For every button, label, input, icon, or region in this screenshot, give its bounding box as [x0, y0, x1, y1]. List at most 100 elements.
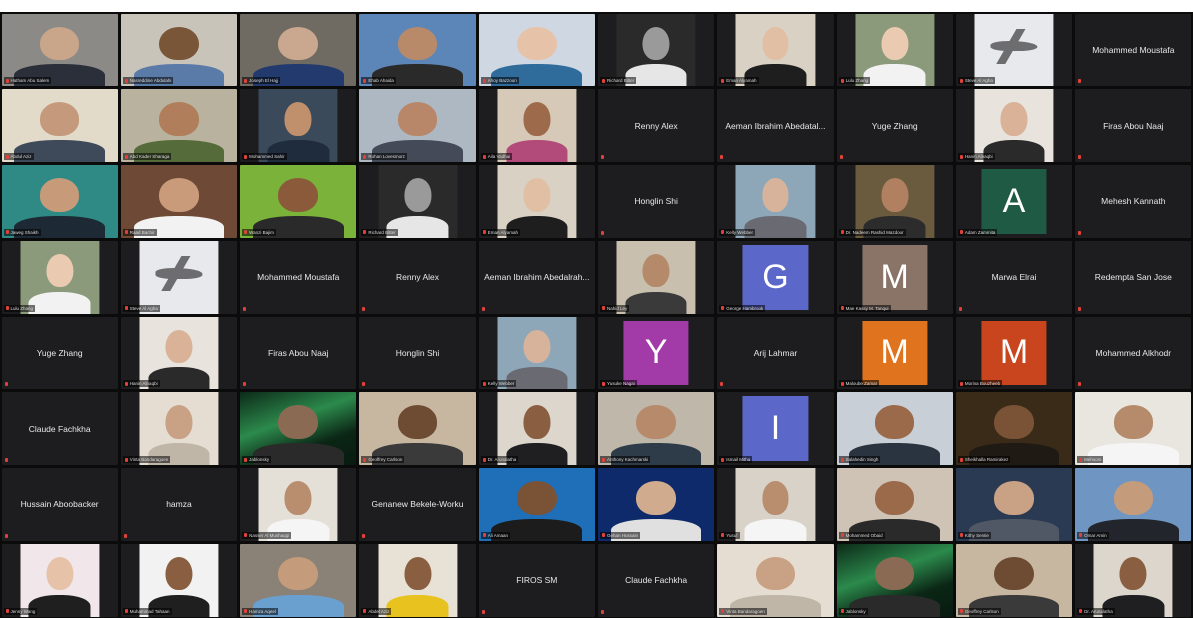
participant-tile[interactable]: Mohammed Alkhodr	[1075, 316, 1192, 390]
participant-tile[interactable]: Arij Lahmar	[717, 316, 834, 390]
participant-tile[interactable]: Hanin Alnaqbi	[955, 89, 1073, 162]
participant-tile[interactable]: Yusuf	[717, 468, 834, 541]
participant-name: Salahedin Singh	[845, 457, 879, 462]
participant-tile[interactable]: Eman Alyamah	[478, 165, 595, 238]
muted-mic-icon	[124, 230, 128, 235]
participant-name-tag: Vinta Bandaragoen	[122, 456, 171, 463]
participant-tile[interactable]: Redempta San Jose	[1075, 240, 1192, 314]
video-feed	[478, 468, 595, 541]
participant-name: Hanin Alnaqbi	[129, 381, 158, 387]
participant-tile[interactable]: Vinta Bandaragoen	[120, 392, 238, 465]
participant-tile[interactable]: Wanzi Bajim	[240, 165, 357, 238]
participant-name: Hanin Alnaqbi	[964, 154, 993, 159]
participant-tile[interactable]: FIROS SM	[478, 543, 595, 617]
participant-tile[interactable]: Salahedin Singh	[836, 392, 953, 465]
participant-tile[interactable]: Honglin Shi	[359, 316, 476, 390]
participant-tile[interactable]: Genanew Bekele-Worku	[359, 468, 476, 541]
participant-tile[interactable]: Hanin Alnaqbi	[120, 316, 238, 390]
participant-tile[interactable]: Honglin Shi	[597, 165, 715, 238]
muted-mic-icon	[1078, 230, 1082, 235]
participant-tile[interactable]: Joseph El Hajj	[240, 13, 357, 87]
participant-name: Richard Bitter	[368, 229, 396, 235]
participant-tile[interactable]: Abdel Aziz	[359, 543, 476, 617]
participant-tile[interactable]: Abd Kader Sharaga	[120, 89, 238, 162]
participant-tile[interactable]: Mehsom	[1075, 392, 1192, 465]
participant-tile[interactable]: Mohammed Moustafa	[1075, 13, 1192, 87]
participant-tile[interactable]: Dr. Arunalatha	[478, 392, 595, 465]
participant-name: Steve Al Agha	[964, 78, 993, 84]
participant-tile[interactable]: Rohan Lovesmorz	[359, 89, 476, 162]
participant-tile[interactable]: Nasser Al Mushaqqi	[240, 468, 357, 541]
participant-tile[interactable]: Yuge Zhang	[836, 89, 953, 162]
participant-tile[interactable]: Vinta Bandaragoen	[717, 543, 834, 617]
participant-tile[interactable]: I Ismail Mitha	[717, 392, 834, 465]
participant-tile[interactable]: Yuge Zhang	[1, 316, 118, 390]
participant-tile[interactable]: Jablonsky	[240, 392, 357, 465]
participant-tile[interactable]: Ehab Ahaida	[359, 13, 476, 87]
participant-tile[interactable]: Kelly Webber	[478, 316, 595, 390]
participant-tile[interactable]: Jenny Wang	[1, 543, 118, 617]
muted-mic-icon	[4, 382, 8, 387]
participant-tile[interactable]: Nahid Ley	[597, 240, 715, 314]
participant-tile[interactable]: Dr. Nadeem Rashid Mazdoor	[836, 165, 953, 238]
video-feed	[855, 13, 935, 87]
participant-tile[interactable]: Firas Abou Naaj	[240, 316, 357, 390]
participant-tile[interactable]: Jablonsky	[836, 543, 953, 617]
participant-tile[interactable]: Abdul Aziz	[1, 89, 118, 162]
participant-tile[interactable]: Steve Al Agha	[120, 240, 238, 314]
video-feed	[974, 13, 1054, 87]
participant-tile[interactable]: Geoffrey Carlson	[359, 392, 476, 465]
participant-tile[interactable]: Nasreddine Abdulahi	[120, 13, 238, 87]
participant-tile[interactable]: A Adam Zammita	[955, 165, 1073, 238]
participant-tile[interactable]: Gehan Hussain	[597, 468, 715, 541]
participant-tile[interactable]: Anthony Kachmarski	[597, 392, 715, 465]
participant-tile[interactable]: Hamza Aqeel	[240, 543, 357, 617]
participant-tile[interactable]: Mohammed Sahir	[240, 89, 357, 162]
participant-name-tag: Richard Bitter	[361, 228, 398, 236]
participant-name-tag: Jablonsky	[242, 456, 272, 463]
participant-tile[interactable]: Mohammed Moustafa	[240, 240, 357, 314]
muted-mic-icon	[721, 533, 725, 538]
participant-tile[interactable]: Lulu Zhang	[836, 13, 953, 87]
participant-tile[interactable]: Hussain Aboobacker	[1, 468, 118, 541]
participant-tile[interactable]: Mehesh Kannath	[1075, 165, 1192, 238]
participant-tile[interactable]: Claude Fachkha	[1, 392, 118, 465]
participant-tile[interactable]: Richard Bitter	[597, 13, 715, 87]
participant-tile[interactable]: Omar Amin	[1075, 468, 1192, 541]
participant-tile[interactable]: Renny Alex	[597, 89, 715, 162]
participant-tile[interactable]: Aila Vadhai	[478, 89, 595, 162]
participant-tile[interactable]: Lulu Zhang	[1, 240, 118, 314]
participant-tile[interactable]: Dr. Arunalatha	[1075, 543, 1192, 617]
participant-tile[interactable]: Kithy Sentie	[955, 468, 1073, 541]
video-feed	[20, 240, 100, 314]
participant-tile[interactable]: Renny Alex	[359, 240, 476, 314]
participant-tile[interactable]: Mohammed Obaid	[836, 468, 953, 541]
participant-tile[interactable]: Firas Abou Naaj	[1075, 89, 1192, 162]
participant-tile[interactable]: Sheikhalla Ramirakez	[955, 392, 1073, 465]
participant-name: Mohammed Alkhodr	[1095, 347, 1172, 358]
participant-name-tag: Kelly Webber	[719, 228, 755, 236]
participant-tile[interactable]: Y Yusuke Nagai	[597, 316, 715, 390]
participant-tile[interactable]: G George Hambrook	[717, 240, 834, 314]
participant-name-tag: Nasreddine Abdulahi	[122, 77, 174, 85]
participant-tile[interactable]: Steve Al Agha	[955, 13, 1073, 87]
participant-tile[interactable]: Richard Bitter	[359, 165, 476, 238]
participant-tile[interactable]: Geoffrey Carlson	[955, 543, 1073, 617]
participant-tile[interactable]: Aeman Ibrahim Abedalrah...	[478, 240, 595, 314]
participant-tile[interactable]: Claude Fachkha	[597, 543, 715, 617]
participant-tile[interactable]: Marwa Elrai	[955, 240, 1073, 314]
participant-tile[interactable]: Ali Amaan	[478, 468, 595, 541]
participant-tile[interactable]: Muhammad Tahaan	[120, 543, 238, 617]
participant-tile[interactable]: Jaweg Shaikh	[1, 165, 118, 238]
participant-tile[interactable]: M Maloube Zamar	[836, 316, 953, 390]
participant-tile[interactable]: hamza	[120, 468, 238, 541]
participant-tile[interactable]: Kelly Webber	[717, 165, 834, 238]
muted-mic-icon	[482, 78, 486, 83]
participant-tile[interactable]: Raad Bachir	[120, 165, 238, 238]
participant-tile[interactable]: M Morina Bouzheeb	[955, 316, 1073, 390]
participant-tile[interactable]: Hatham Abu Salem	[1, 13, 118, 87]
participant-tile[interactable]: Ahoy Bazzoun	[478, 13, 595, 87]
participant-tile[interactable]: Eman Alyamah	[717, 13, 834, 87]
participant-tile[interactable]: Aeman Ibrahim Abedatal...	[717, 89, 834, 162]
participant-tile[interactable]: M Mae Kassy M. Tanqui	[836, 240, 953, 314]
